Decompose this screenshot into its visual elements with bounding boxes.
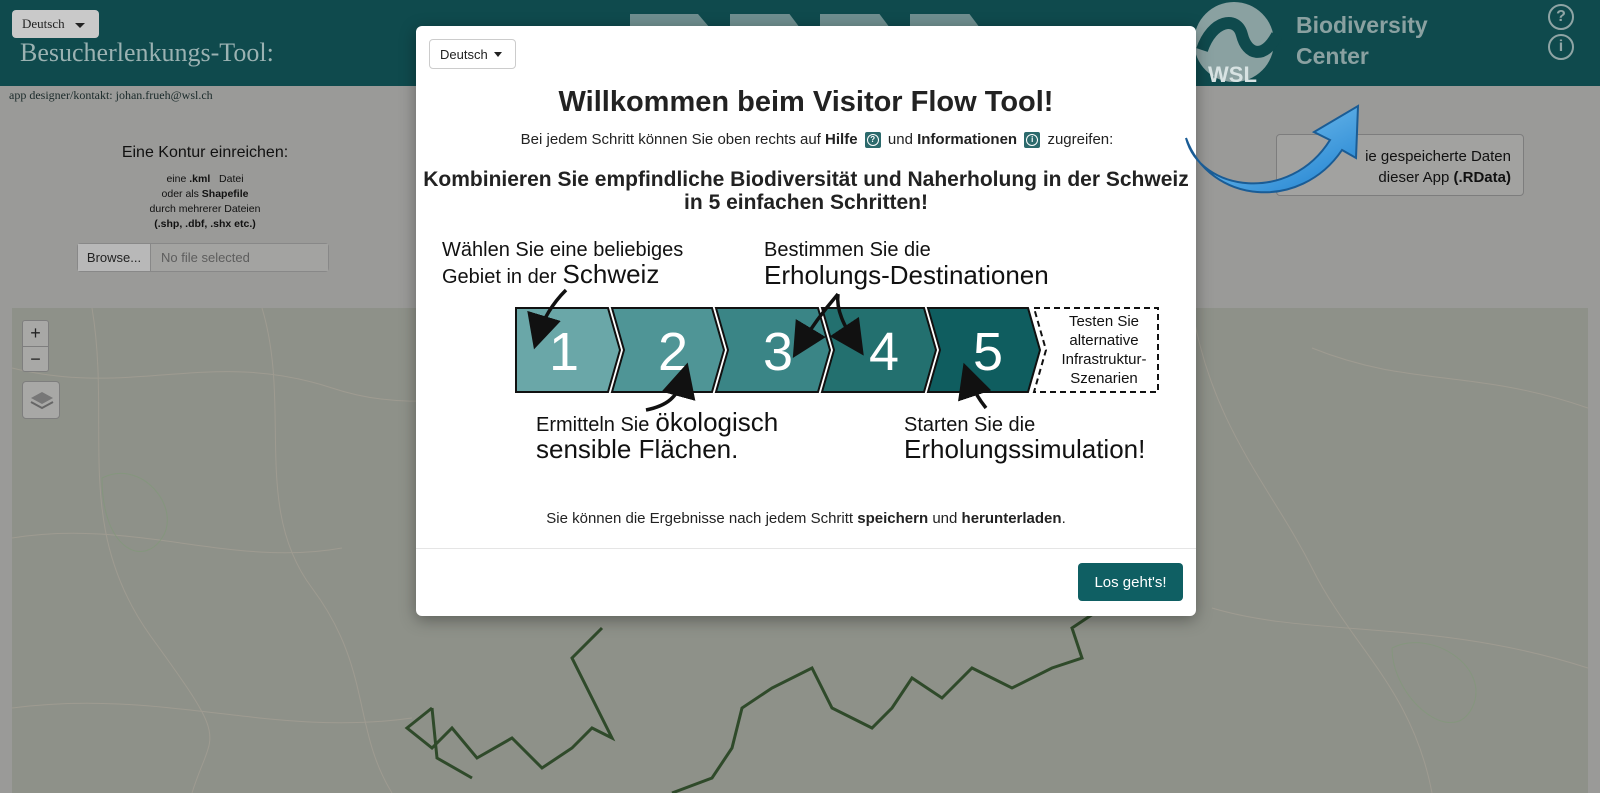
alt-line3: Infrastruktur- — [1061, 351, 1146, 368]
help-icon: ? — [864, 132, 881, 149]
info-icon: i — [1024, 132, 1041, 149]
upload-title: Eine Kontur einreichen: — [121, 144, 289, 161]
step-4-number: 4 — [869, 322, 899, 382]
step-2-number: 2 — [658, 322, 688, 382]
layers-button[interactable] — [22, 381, 60, 419]
step5-label-line2: Erholungssimulation! — [904, 434, 1145, 464]
brand-name: Biodiversity Center — [1296, 12, 1428, 69]
browse-button[interactable]: Browse... — [78, 244, 151, 271]
steps-diagram: Wählen Sie eine beliebiges Gebiet in der… — [442, 239, 1159, 464]
zoom-in-button[interactable]: + — [23, 321, 48, 346]
step3-label-line1: Bestimmen Sie die — [764, 239, 931, 261]
save-note: Sie können die Ergebnisse nach jedem Sch… — [546, 510, 1066, 527]
designer-contact: app designer/kontakt: johan.frueh@wsl.ch — [9, 88, 213, 102]
step-3-number: 3 — [763, 322, 793, 382]
info-icon[interactable]: i — [1548, 34, 1574, 60]
file-upload[interactable]: Browse... No file selected — [77, 243, 329, 272]
step-5-number: 5 — [973, 322, 1003, 382]
zoom-out-button[interactable]: − — [23, 346, 48, 371]
welcome-modal: Deutsch Willkommen beim Visitor Flow Too… — [416, 26, 1196, 616]
app-title: Besucherlenkungs-Tool: — [20, 38, 274, 67]
layers-icon — [30, 392, 54, 410]
logo-text: WSL — [1208, 62, 1257, 86]
wsl-logo: WSL — [1194, 2, 1283, 86]
upload-instructions: eine .kml Datei oder als Shapefile durch… — [149, 173, 261, 230]
zoom-control: + − — [22, 320, 49, 372]
modal-footer — [416, 548, 1196, 549]
alt-line2: alternative — [1069, 332, 1138, 349]
chevron-down-icon — [74, 22, 85, 28]
pointer-arrow-icon — [1185, 104, 1360, 194]
language-dropdown[interactable]: Deutsch — [12, 10, 99, 38]
alt-line1: Testen Sie — [1069, 313, 1139, 330]
modal-title: Willkommen beim Visitor Flow Tool! — [558, 86, 1054, 118]
step-1-number: 1 — [549, 322, 579, 382]
chevron-down-icon — [493, 51, 502, 57]
step3-label-line2: Erholungs-Destinationen — [764, 260, 1049, 290]
modal-help-line: Bei jedem Schritt können Sie oben rechts… — [520, 131, 1114, 149]
alt-line4: Szenarien — [1070, 370, 1138, 387]
file-name-field[interactable]: No file selected — [151, 244, 328, 271]
step5-label-line1: Starten Sie die — [904, 414, 1035, 436]
start-button[interactable]: Los geht's! — [1078, 563, 1183, 601]
help-icon[interactable]: ? — [1548, 4, 1574, 30]
modal-intro: Kombinieren Sie empfindliche Biodiversit… — [423, 168, 1189, 214]
step1-label-line1: Wählen Sie eine beliebiges — [442, 239, 683, 261]
step2-label-line1: Ermitteln Sie ökologisch — [536, 407, 778, 437]
step1-label-line2: Gebiet in der Schweiz — [442, 259, 659, 289]
step2-label-line2: sensible Flächen. — [536, 434, 738, 464]
modal-language-dropdown[interactable]: Deutsch — [429, 39, 516, 69]
